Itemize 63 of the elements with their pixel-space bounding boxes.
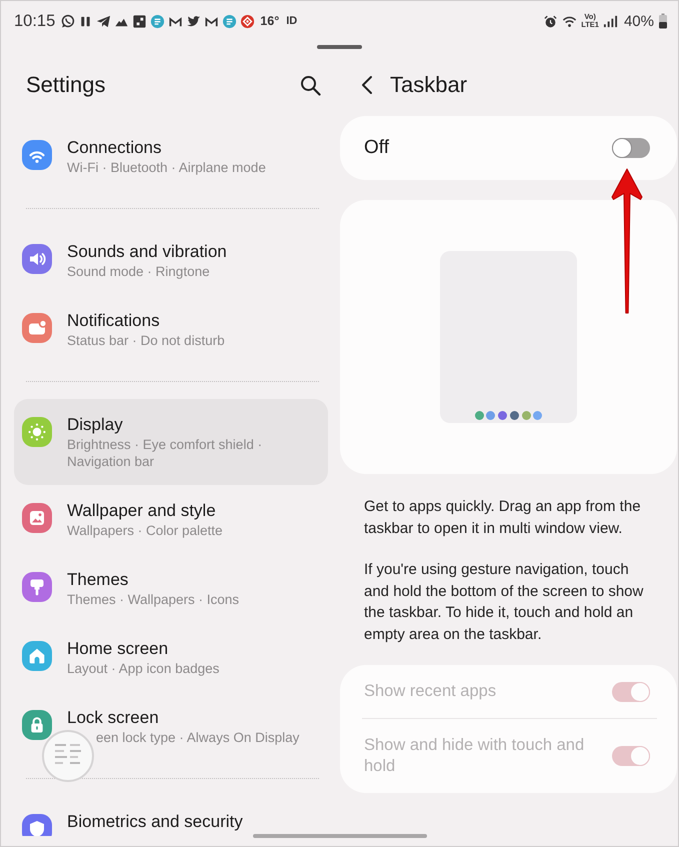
switch-label: Off <box>364 137 389 159</box>
settings-item[interactable]: Connections Wi-Fi · Bluetooth · Airplane mode <box>14 122 328 191</box>
paint-brush-icon <box>22 572 52 602</box>
item-title: Biometrics and security <box>67 811 243 833</box>
drag-handle[interactable] <box>317 45 362 49</box>
item-title: Display <box>67 414 124 436</box>
item-subtitle: Status bar · Do not disturb <box>67 332 225 349</box>
padlock-icon <box>22 710 52 740</box>
wifi-icon <box>22 140 52 170</box>
toggle-switch[interactable] <box>612 138 650 158</box>
item-subtitle: Wi-Fi · Bluetooth · Airplane mode <box>67 159 266 176</box>
signal-bars-icon <box>602 14 618 28</box>
sun-icon <box>22 417 52 447</box>
settings-item[interactable]: Sounds and vibration Sound mode · Ringtone <box>14 226 328 295</box>
item-title: Lock screen <box>67 707 160 729</box>
search-icon <box>300 74 321 96</box>
picture-icon <box>22 503 52 533</box>
paper-plane-icon <box>96 14 112 28</box>
item-subtitle: Sound mode · Ringtone <box>67 263 211 280</box>
settings-item[interactable]: Biometrics and security <box>14 796 328 836</box>
chat-bubble-icon <box>60 14 76 28</box>
pane-title: Settings <box>26 72 106 98</box>
settings-item[interactable]: Display Brightness · Eye comfort shield · Navigation bar <box>14 399 328 485</box>
description-text: If you're using gesture navigation, touch and hold the bottom of the screen to show the taskbar. To hide it, touch and hold an empty area on the taskbar. <box>364 560 644 644</box>
status-time: 10:15 <box>14 12 56 30</box>
option-label: Show and hide with touch and hold <box>364 735 586 777</box>
house-icon <box>22 641 52 671</box>
item-title: Sounds and vibration <box>67 241 227 263</box>
back-button[interactable] <box>360 74 374 94</box>
settings-item[interactable]: Wallpaper and style Wallpapers · Color palette <box>14 485 328 554</box>
description-text: Get to apps quickly. Drag an app from the taskbar to open it in multi window view. <box>364 497 642 538</box>
shield-icon <box>22 814 52 836</box>
round-badge-icon <box>222 14 238 28</box>
settings-item[interactable]: Themes Themes · Wallpapers · Icons <box>14 554 328 623</box>
option-label: Show recent apps <box>364 681 496 702</box>
temperature-text: 16° <box>260 14 280 28</box>
speaker-icon <box>22 244 52 274</box>
item-subtitle: een lock type · Always On Display <box>96 729 300 746</box>
alarm-clock-icon <box>543 14 558 28</box>
tile-icon <box>132 14 148 28</box>
round-badge-icon <box>150 14 166 28</box>
floating-bubble[interactable] <box>42 730 94 782</box>
settings-item[interactable]: Lock screen een lock type · Always On Display <box>14 692 328 761</box>
item-title: Home screen <box>67 638 170 660</box>
notification-icon <box>22 313 52 343</box>
page-title: Taskbar <box>390 72 468 98</box>
battery-percentage: 40% <box>624 12 654 30</box>
chevron-left-icon <box>360 74 374 94</box>
battery-icon <box>658 13 668 29</box>
settings-item[interactable]: Notifications Status bar · Do not disturb <box>14 295 328 364</box>
search-button[interactable] <box>300 74 321 96</box>
status-label: ID <box>286 15 298 27</box>
item-subtitle: Wallpapers · Color palette <box>67 522 223 539</box>
item-title: Themes <box>67 569 130 591</box>
item-title: Wallpaper and style <box>67 500 217 522</box>
item-subtitle: Themes · Wallpapers · Icons <box>67 591 240 608</box>
item-title: Notifications <box>67 310 161 332</box>
settings-item[interactable]: Home screen Layout · App icon badges <box>14 623 328 692</box>
bird-icon <box>186 14 202 28</box>
item-title: Connections <box>67 137 163 159</box>
diamond-badge-icon <box>240 14 256 28</box>
item-subtitle: Layout · App icon badges <box>67 660 220 677</box>
item-subtitle: Brightness · Eye comfort shield · Navigation bar <box>67 436 264 470</box>
